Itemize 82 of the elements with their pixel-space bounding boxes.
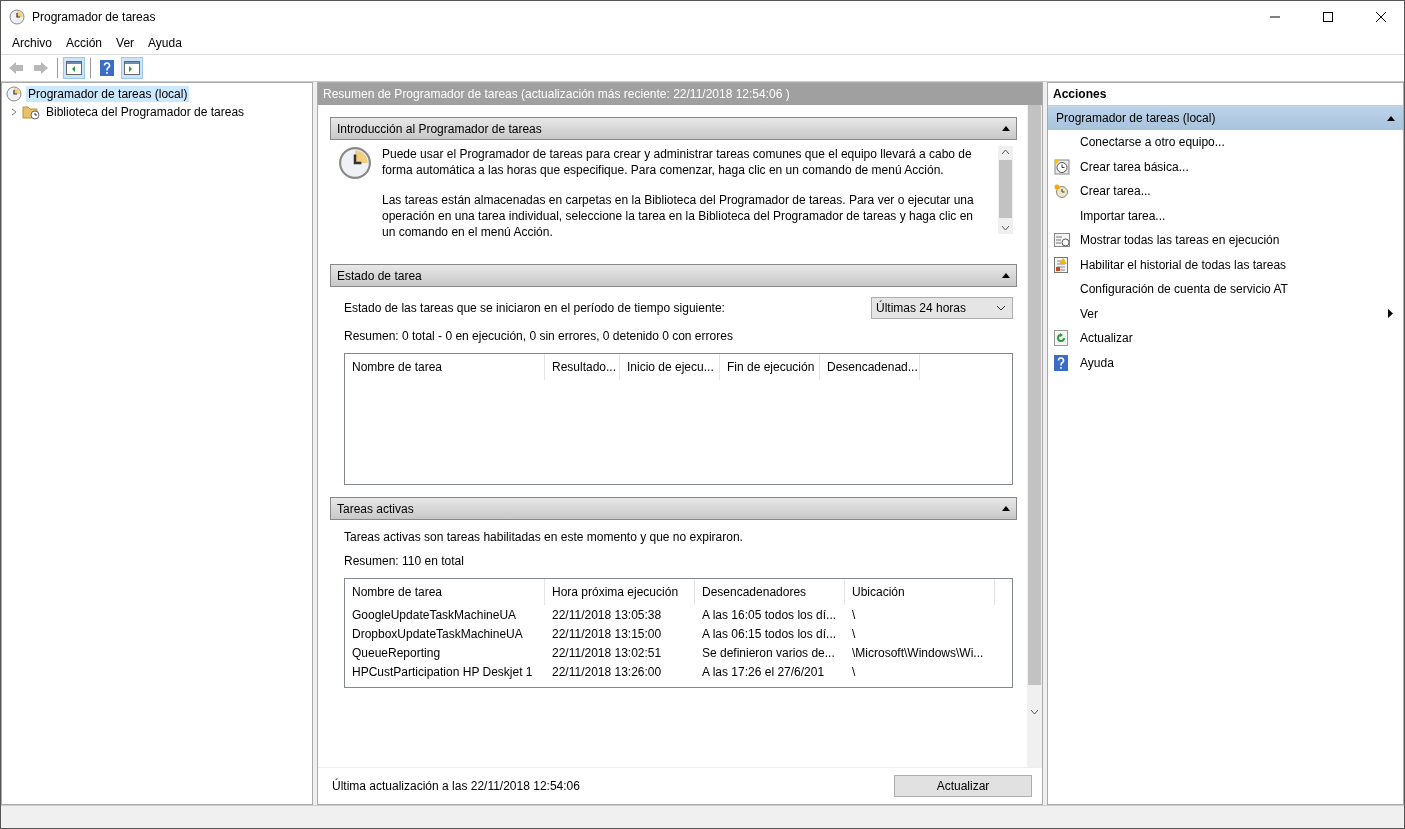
table-cell-text: \: [851, 607, 857, 622]
action-link[interactable]: Habilitar el historial de todas las tareas: [1080, 257, 1403, 272]
menu-item[interactable]: Ayuda: [141, 36, 189, 50]
table-cell-text: A las 16:05 todos los dí...: [701, 607, 838, 622]
actions-group-header[interactable]: Programador de tareas (local): [1048, 106, 1403, 130]
tree-item[interactable]: Programador de tareas (local): [26, 86, 190, 102]
menu-item[interactable]: Acción: [59, 36, 110, 50]
toolbar-button[interactable]: [121, 57, 143, 79]
column-header[interactable]: Resultado...: [545, 354, 620, 380]
column-header[interactable]: Nombre de tarea: [345, 579, 545, 605]
table-cell-text: QueueReporting: [351, 645, 442, 660]
toolbar-button[interactable]: [63, 57, 85, 79]
collapse-triangle-icon: [1002, 506, 1010, 511]
close-icon: [1376, 11, 1386, 22]
column-header[interactable]: Ubicación: [845, 579, 995, 605]
app-clock-icon: [9, 8, 25, 25]
column-header[interactable]: Desencadenad...: [820, 354, 920, 380]
collapse-triangle-icon: [1002, 126, 1010, 131]
action-link[interactable]: Crear tarea básica...: [1080, 159, 1403, 174]
active-summary: Resumen: 110 en total: [344, 554, 465, 568]
table-cell-text: \: [851, 626, 857, 641]
refresh-icon: [1054, 330, 1068, 347]
intro-paragraph: Puede usar el Programador de tareas para crear y administrar tareas comunes que el equipo llevará a cabo de forma automática a las horas que especifique. Para comenzar, haga clic en un comando de menú Acción.: [382, 146, 973, 178]
table-cell-text: 22/11/2018 13:26:00: [551, 664, 663, 679]
table-cell-text: DropboxUpdateTaskMachineUA: [351, 626, 524, 641]
status-summary: Resumen: 0 total - 0 en ejecución, 0 sin errores, 0 detenido 0 con errores: [344, 329, 734, 343]
collapse-triangle-icon: [1002, 273, 1010, 278]
submenu-arrow-icon: [1388, 309, 1393, 319]
table-cell-text: 22/11/2018 13:05:38: [551, 607, 663, 622]
column-header[interactable]: Inicio de ejecu...: [620, 354, 720, 380]
help-icon: [100, 60, 114, 76]
clock-icon: [6, 86, 22, 102]
action-link[interactable]: Mostrar todas las tareas en ejecución: [1080, 233, 1403, 248]
log-icon: [1054, 256, 1068, 273]
period-label: Estado de las tareas que se iniciaron en el período de tiempo siguiente:: [344, 301, 725, 315]
period-dropdown[interactable]: Últimas 24 horas: [871, 297, 1013, 319]
action-link[interactable]: Importar tarea...: [1080, 208, 1403, 223]
intro-paragraph: Las tareas están almacenadas en carpetas en la Biblioteca del Programador de tareas. Para ver o ejecutar una operación en una tarea individual, seleccione la tarea en la Biblioteca del Programador de tareas y haga clic en un comando en el menú Acción.: [382, 192, 975, 240]
table-cell-text: A las 17:26 el 27/6/201: [701, 664, 826, 679]
action-link[interactable]: Ver: [1080, 306, 1388, 321]
expand-chevron-icon[interactable]: [10, 108, 18, 116]
pane-toggle-icon: [124, 61, 140, 75]
table-cell-text: HPCustParticipation HP Deskjet 1: [351, 664, 534, 679]
menu-item[interactable]: Ver: [109, 36, 142, 50]
window-title: Programador de tareas: [32, 9, 157, 24]
active-description: Tareas activas son tareas habilitadas en este momento y que no expiraron.: [344, 530, 744, 544]
collapse-triangle-icon: [1387, 115, 1395, 121]
folder-clock-icon: [22, 104, 40, 120]
clock-icon: [1054, 184, 1068, 199]
section-header[interactable]: Introducción al Programador de tareas: [330, 117, 1017, 140]
table-cell-text: GoogleUpdateTaskMachineUA: [351, 607, 518, 622]
clock-icon: [338, 146, 372, 180]
chevron-down-icon: [996, 305, 1006, 311]
forward-arrow-icon: [33, 61, 49, 75]
menu-item[interactable]: Archivo: [5, 36, 59, 50]
action-link[interactable]: Actualizar: [1080, 331, 1403, 346]
refresh-button[interactable]: Actualizar: [894, 775, 1032, 797]
help-icon: [1054, 354, 1068, 371]
table-cell-text: 22/11/2018 13:02:51: [551, 645, 663, 660]
action-link[interactable]: Crear tarea...: [1080, 184, 1403, 199]
action-link[interactable]: Ayuda: [1080, 355, 1403, 370]
section-header[interactable]: Estado de tarea: [330, 264, 1017, 287]
column-header[interactable]: Nombre de tarea: [345, 354, 545, 380]
column-header[interactable]: Fin de ejecución: [720, 354, 820, 380]
action-link[interactable]: Conectarse a otro equipo...: [1080, 135, 1403, 150]
clock-icon: [1054, 158, 1070, 175]
back-arrow-icon: [8, 61, 24, 75]
task-list-icon: [1054, 233, 1070, 248]
table-cell-text: \Microsoft\Windows\Wi...: [851, 645, 985, 660]
summary-header: Resumen de Programador de tareas (actualización más reciente: 22/11/2018 12:54:06 ): [318, 83, 1042, 105]
tree-item[interactable]: Biblioteca del Programador de tareas: [44, 104, 247, 120]
table-cell-text: \: [851, 664, 857, 679]
section-header[interactable]: Tareas activas: [330, 497, 1017, 520]
pane-toggle-icon: [66, 61, 82, 75]
table-cell-text: A las 06:15 todos los dí...: [701, 626, 838, 641]
maximize-icon: [1323, 11, 1333, 22]
column-header[interactable]: Desencadenadores: [695, 579, 845, 605]
table-cell-text: Se definieron varios de...: [701, 645, 836, 660]
table-cell-text: 22/11/2018 13:15:00: [551, 626, 663, 641]
action-link[interactable]: Configuración de cuenta de servicio AT: [1080, 282, 1403, 297]
column-header[interactable]: Hora próxima ejecución: [545, 579, 695, 605]
last-update-text: Última actualización a las 22/11/2018 12:54:06: [332, 779, 580, 793]
